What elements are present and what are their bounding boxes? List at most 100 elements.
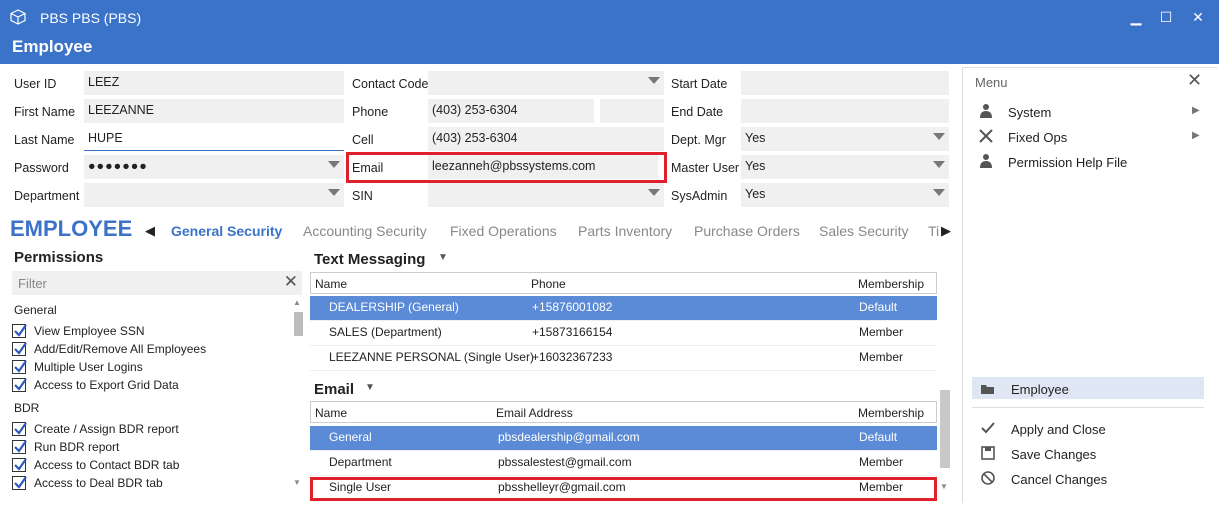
permissions-scrollbar[interactable]: ▲ ▼ [293,298,303,488]
table-cell: +16032367233 [532,350,613,364]
table-row[interactable]: DEALERSHIP (General) +15876001082 Default [310,296,937,321]
maximize-button[interactable]: ☐ [1154,6,1178,28]
clear-filter-icon[interactable]: ✕ [284,272,298,292]
title-bar: PBS PBS (PBS) Employee ▁ ☐ ✕ [0,0,1219,64]
chevron-right-icon: ▶ [1192,130,1200,141]
menu-close-icon[interactable]: ✕ [1187,70,1202,91]
tab-accounting-security[interactable]: Accounting Security [303,223,427,239]
permission-label: Multiple User Logins [34,360,143,374]
table-cell: Member [859,325,904,339]
dept-mgr-select[interactable]: Yes [741,127,949,151]
table-cell: Member [859,455,904,469]
password-label: Password [14,161,69,175]
permission-checkbox[interactable] [12,342,27,356]
email-header: Name Email Address Membership [310,401,937,423]
first-name-label: First Name [14,105,76,119]
text-messaging-title: Text Messaging [314,251,426,268]
tab-truncated[interactable]: Ti [928,223,939,239]
check-icon [14,458,27,471]
menu-divider [972,407,1204,408]
sysadmin-label: SysAdmin [671,189,728,203]
permission-label: Add/Edit/Remove All Employees [34,342,207,356]
chevron-right-icon: ▶ [1192,105,1200,116]
tab-parts-inventory[interactable]: Parts Inventory [578,223,672,239]
phone-label: Phone [352,105,389,119]
permission-checkbox[interactable] [12,476,27,490]
permission-label: Access to Deal BDR tab [34,476,163,490]
cell-label: Cell [352,133,374,147]
table-row[interactable]: General pbsdealership@gmail.com Default [310,426,937,451]
minimize-button[interactable]: ▁ [1124,6,1148,28]
permission-checkbox[interactable] [12,458,27,472]
save-changes-button[interactable]: Save Changes [1011,447,1096,462]
tab-scroll-right-icon[interactable]: ▶ [941,223,951,239]
permissions-filter[interactable]: Filter ✕ [12,271,302,295]
perm-group-bdr: BDR [14,401,40,415]
tab-purchase-orders[interactable]: Purchase Orders [694,223,800,239]
cancel-changes-button[interactable]: Cancel Changes [1011,472,1107,487]
section-title: EMPLOYEE [10,216,133,241]
email-field[interactable]: leezanneh@pbssystems.com [428,155,658,179]
chevron-down-icon [933,189,945,196]
text-messaging-header: Name Phone Membership [310,272,937,294]
master-user-select[interactable]: Yes [741,155,949,179]
close-button[interactable]: ✕ [1186,6,1210,28]
table-row[interactable]: LEEZANNE PERSONAL (Single User) +16032367… [310,346,937,371]
contact-code-select[interactable] [428,71,664,95]
email-scrollbar[interactable]: ▼ [939,390,951,495]
tab-sales-security[interactable]: Sales Security [819,223,908,239]
app-cube-icon [10,9,26,25]
save-icon [981,446,995,460]
perm-group-general: General [14,303,57,317]
menu-title: Menu [975,75,1008,90]
sin-select[interactable] [428,183,664,207]
permissions-title: Permissions [14,249,104,266]
table-row[interactable]: Department pbssalestest@gmail.com Member [310,451,937,476]
menu-item-fixed-ops[interactable]: Fixed Ops [1008,130,1067,145]
password-value: ●●●●●●● [88,159,148,173]
phone-ext-field[interactable] [600,99,664,123]
chevron-down-icon [933,161,945,168]
email-collapse-icon[interactable]: ▼ [365,382,375,393]
table-row[interactable]: SALES (Department) +15873166154 Member [310,321,937,346]
permission-label: Run BDR report [34,440,120,454]
tab-fixed-operations[interactable]: Fixed Operations [450,223,557,239]
tab-general-security[interactable]: General Security [171,223,282,239]
col-name: Name [315,406,348,420]
table-cell: DEALERSHIP (General) [329,300,459,314]
menu-current-employee[interactable] [972,377,1204,399]
permission-checkbox[interactable] [12,324,27,338]
single-user-highlight-box [310,477,937,501]
cell-field[interactable]: (403) 253-6304 [428,127,664,151]
permission-checkbox[interactable] [12,360,27,374]
end-date-field[interactable] [741,99,949,123]
department-select[interactable] [84,183,344,207]
col-phone: Phone [531,277,566,291]
dept-mgr-label: Dept. Mgr [671,133,726,147]
password-field[interactable]: ●●●●●●● [84,155,344,179]
menu-item-permission-help[interactable]: Permission Help File [1008,155,1127,170]
permission-label: Access to Contact BDR tab [34,458,180,472]
table-cell: Member [859,350,904,364]
permission-checkbox[interactable] [12,440,27,454]
first-name-field[interactable]: LEEZANNE [84,99,344,123]
phone-field[interactable]: (403) 253-6304 [428,99,594,123]
check-icon [14,440,27,453]
menu-panel [962,67,1217,503]
apply-and-close-button[interactable]: Apply and Close [1011,422,1106,437]
menu-item-system[interactable]: System [1008,105,1051,120]
chevron-down-icon [933,133,945,140]
check-icon [14,360,27,373]
permission-checkbox[interactable] [12,422,27,436]
start-date-field[interactable] [741,71,949,95]
text-messaging-collapse-icon[interactable]: ▼ [438,252,448,263]
tab-scroll-left-icon[interactable]: ◀ [145,223,155,239]
check-icon [14,324,27,337]
table-cell: Default [859,430,898,444]
last-name-field[interactable]: HUPE [84,127,344,151]
email-title: Email [314,381,355,398]
user-id-label: User ID [14,77,57,91]
user-id-field[interactable]: LEEZ [84,71,344,95]
sysadmin-select[interactable]: Yes [741,183,949,207]
permission-checkbox[interactable] [12,378,27,392]
